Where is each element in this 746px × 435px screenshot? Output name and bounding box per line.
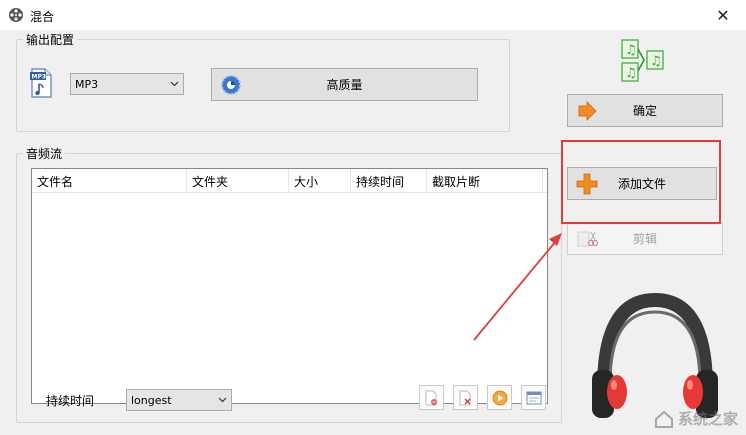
list-header: 文件名 文件夹 大小 持续时间 截取片断 xyxy=(32,169,547,193)
duration-select-value: longest xyxy=(131,393,172,407)
quality-button-label: 高质量 xyxy=(326,78,363,92)
remove-file-icon xyxy=(425,390,437,405)
film-reel-icon xyxy=(9,8,23,22)
watermark-text: 系统之家 xyxy=(677,410,738,428)
svg-text:♫: ♫ xyxy=(625,43,637,58)
client-area: 输出配置 MP3 MP3 高质量 ♫ ♫ ♫ 确定 音频流 文件名 文件夹 大小… xyxy=(0,30,746,435)
duration-label: 持续时间 xyxy=(46,394,95,408)
quality-button[interactable]: 高质量 xyxy=(211,68,478,101)
watermark: 系统之家 xyxy=(654,408,738,429)
plus-icon xyxy=(576,173,598,194)
column-header-size[interactable]: 大小 xyxy=(289,169,351,193)
arrow-right-icon xyxy=(578,100,597,121)
column-header-folder[interactable]: 文件夹 xyxy=(187,169,289,193)
mp3-file-icon: MP3 xyxy=(30,68,52,98)
properties-icon xyxy=(526,391,541,404)
window-title: 混合 xyxy=(30,10,55,24)
confirm-button[interactable]: 确定 xyxy=(567,94,723,127)
trim-button[interactable]: 剪辑 xyxy=(567,222,723,255)
column-header-filename[interactable]: 文件名 xyxy=(32,169,187,193)
format-select-value: MP3 xyxy=(75,77,99,91)
audio-file-list[interactable]: 文件名 文件夹 大小 持续时间 截取片断 xyxy=(31,168,548,404)
properties-button[interactable] xyxy=(521,385,546,410)
music-merge-icon: ♫ ♫ ♫ xyxy=(621,39,664,82)
column-header-clip[interactable]: 截取片断 xyxy=(427,169,543,193)
close-button[interactable]: ✕ xyxy=(700,0,746,30)
scissors-icon xyxy=(577,231,598,246)
play-button[interactable] xyxy=(487,385,512,410)
quality-gear-icon xyxy=(221,74,241,95)
duration-select[interactable]: longest xyxy=(126,389,232,411)
remove-file-button[interactable] xyxy=(419,385,444,410)
house-logo-icon xyxy=(654,410,673,428)
svg-text:MP3: MP3 xyxy=(32,74,47,81)
title-bar: 混合 ✕ xyxy=(0,0,746,30)
svg-text:♫: ♫ xyxy=(625,66,637,81)
audio-stream-label: 音频流 xyxy=(23,145,66,162)
clear-icon xyxy=(459,390,471,405)
clear-list-button[interactable] xyxy=(453,385,478,410)
chevron-down-icon xyxy=(213,397,231,403)
column-header-duration[interactable]: 持续时间 xyxy=(351,169,427,193)
output-config-label: 输出配置 xyxy=(23,31,78,48)
close-icon: ✕ xyxy=(716,5,730,25)
svg-text:♫: ♫ xyxy=(650,54,662,69)
format-select[interactable]: MP3 xyxy=(70,73,184,95)
add-file-button[interactable]: 添加文件 xyxy=(567,167,717,200)
chevron-down-icon xyxy=(165,81,183,87)
play-icon xyxy=(492,390,507,405)
